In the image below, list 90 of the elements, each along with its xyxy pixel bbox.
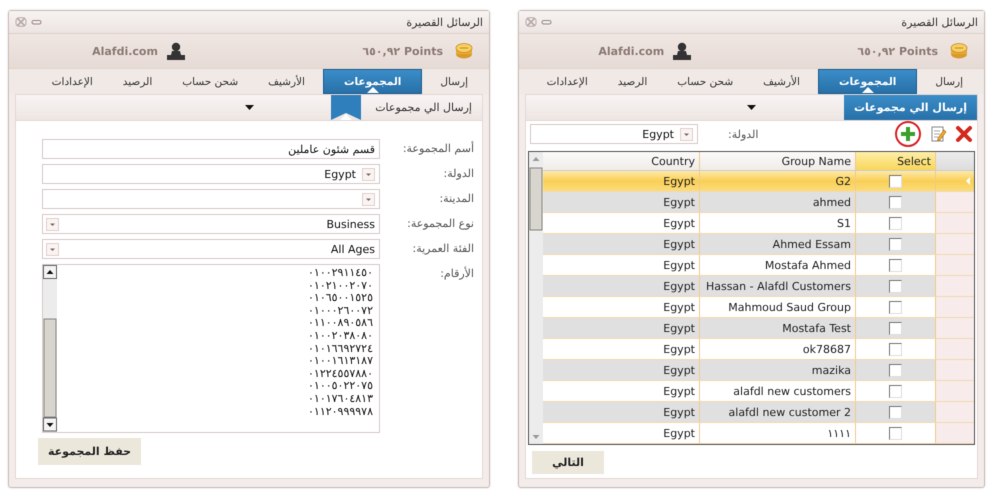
table-cell: Mahmoud Saud Group [700,297,856,317]
table-row[interactable]: Egypt Ahmed Essam [543,234,974,255]
checkbox[interactable] [889,280,902,292]
table-cell: Mostafa Ahmed [700,255,856,275]
dropdown-field[interactable]: Egypt [530,124,698,144]
table-row[interactable]: Egypt alafdl new customer 2 [543,402,974,423]
caret-icon [747,105,756,110]
table-row[interactable]: Egypt ahmed [543,192,974,213]
table-row[interactable]: Egypt Mahmoud Saud Group [543,297,974,318]
field-label: نوع المجموعة: [406,216,474,232]
points-balance: Points ٦٥٠,٩٢ [857,44,938,58]
table-cell: G2 [700,171,856,191]
table-row[interactable]: Egypt Mostafa Ahmed [543,255,974,276]
points-balance: Points ٦٥٠,٩٢ [362,44,443,58]
row-pointer-icon [966,177,970,185]
table-cell: alafdl new customers [700,381,856,401]
caret-icon [244,105,254,110]
checkbox[interactable] [889,322,902,334]
table-cell: Ahmed Essam [700,234,856,254]
tab[interactable]: شحن حساب [170,69,250,94]
table-row[interactable]: Egypt alafdl new customers [543,381,974,402]
dropdown-field[interactable]: Egypt [42,164,380,184]
user-icon [672,42,692,60]
user-icon [166,42,186,60]
tab[interactable]: إرسال [923,69,975,94]
table-cell: mazika [700,360,856,380]
field-label: الأرقام: [439,266,474,282]
field-label: الدولة: [442,166,474,182]
column-header[interactable]: Group Name [700,152,856,170]
field-label: أسم المجموعة: [402,140,474,157]
window-title: الرسائل القصيرة [406,16,483,28]
tab[interactable]: الإعدادات [40,69,105,94]
checkbox[interactable] [889,238,902,250]
minimize-icon[interactable] [541,17,552,27]
field-label: الدولة: [728,128,758,140]
tab[interactable]: الرصيد [606,69,660,94]
scrollbar[interactable] [43,265,57,432]
user-name: Alafdi.com [92,44,158,58]
table-cell: ahmed [700,192,856,212]
table-cell: Mostafa Test [700,318,856,338]
tab[interactable]: المجموعات [322,69,422,94]
checkbox[interactable] [889,364,902,376]
field-label: الفئة العمرية: [412,241,474,257]
checkbox[interactable] [889,258,902,272]
table-cell: alafdl new customer 2 [700,402,856,422]
table-row[interactable]: Egypt Mostafa Test [543,318,974,339]
checkbox[interactable] [889,426,902,440]
checkbox[interactable] [889,174,902,188]
table-row[interactable]: Egypt G2 [543,171,974,192]
table-row[interactable]: Egypt Hassan - Alafdl Customers [543,276,974,297]
circled-add-button[interactable] [895,121,921,147]
corner-cell [936,152,974,170]
tab[interactable]: الرصيد [110,69,164,94]
user-name: Alafdi.com [598,44,664,58]
minimize-icon[interactable] [31,17,42,27]
table-cell: Hassan - Alafdl Customers [700,276,856,296]
checkbox[interactable] [889,342,902,356]
edit-icon[interactable] [929,125,947,143]
window-title: الرسائل القصيرة [901,16,978,28]
delete-icon[interactable] [955,125,973,143]
column-header[interactable]: Select [856,152,936,170]
table-row[interactable]: Egypt S1 [543,213,974,234]
checkbox[interactable] [889,384,902,398]
tab[interactable]: الأرشيف [751,69,812,94]
tab[interactable]: المجموعات [818,69,918,94]
coin-stack-icon [455,43,473,59]
dropdown-field[interactable]: All Ages [42,239,380,259]
next-button[interactable]: التالي [532,451,604,474]
tab[interactable]: الأرشيف [256,69,317,94]
table-cell: ١١١١ [700,423,856,443]
tab[interactable]: شحن حساب [665,69,746,94]
text-field[interactable]: قسم شئون عاملين [42,139,380,159]
dropdown-field[interactable] [42,189,380,209]
subtab[interactable]: إرسال الي مجموعات [844,95,977,120]
coin-stack-icon [950,43,968,59]
checkbox[interactable] [889,196,902,208]
checkbox[interactable] [889,406,902,418]
dropdown-field[interactable]: Business [42,214,380,234]
field-label: المدينة: [438,191,474,207]
table-row[interactable]: Egypt ok78687 [543,339,974,360]
add-icon [899,125,917,143]
checkbox[interactable] [889,300,902,314]
save-group-button[interactable]: حفظ المجموعة [38,438,142,465]
table-row[interactable]: Egypt mazika [543,360,974,381]
table-cell: S1 [700,213,856,233]
numbers-field[interactable]: ٠١٠٠٢٩١١٤٥٠ ٠١٠٢١٠٠٢٠٧٠ ٠١٠٦٥٠٠١٥٢٥ ٠١٠٠٠٢٦٠٠٧٢ ٠١١٠٠٨٩٠٥٨٦ ٠١٠٠٢٠٣٨٠٨٠ ٠١٠١٦٦٩٢٧٢٤ ٠١٠٠١٦١٣١٨٧ ٠١٢٢٤٥٥٧٨٨٠ ٠١٠٠٥٠٢٢٠٧٥ ٠١٠١٧٦٠٤٨١٣ ٠١١٢٠٩٩٩٩٧٨ [42,264,380,433]
tab[interactable]: إرسال [428,69,480,94]
tab[interactable]: الإعدادات [534,69,600,94]
table-cell: ok78687 [700,339,856,359]
checkbox[interactable] [889,216,902,230]
